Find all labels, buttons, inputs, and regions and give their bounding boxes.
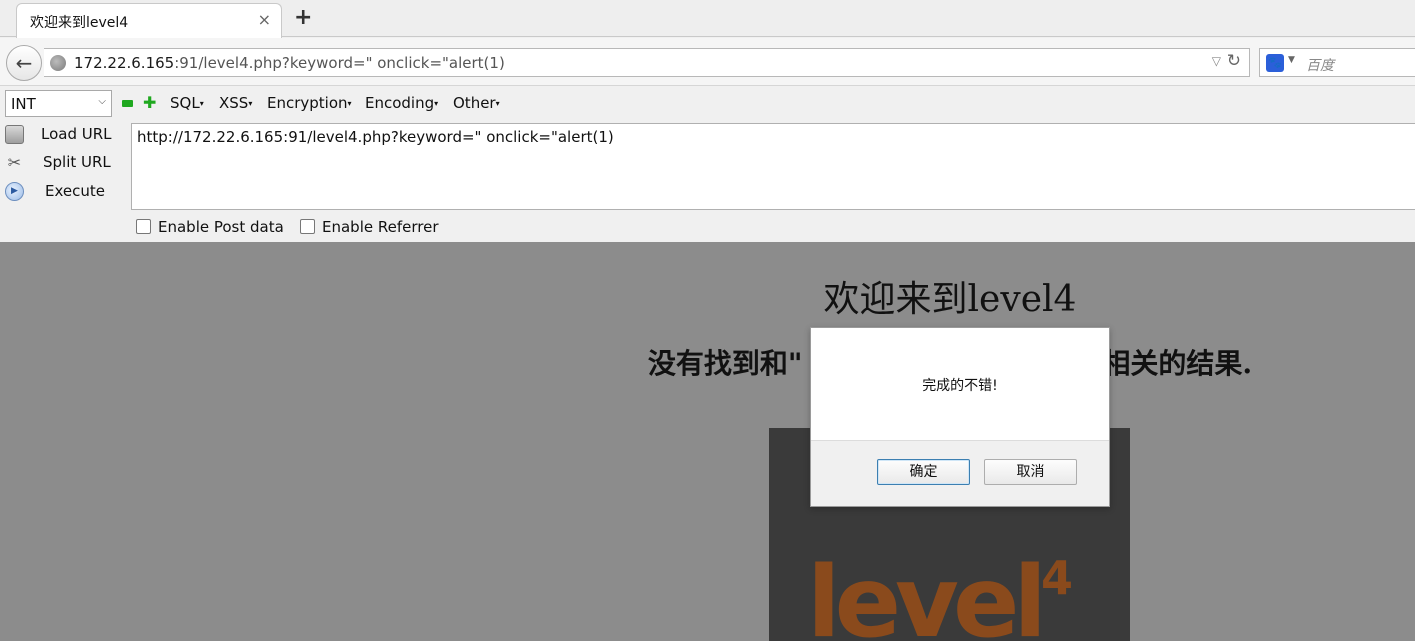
plus-icon[interactable]: ✚ bbox=[143, 95, 156, 111]
hackbar-type-select[interactable]: INT ⌵ bbox=[5, 90, 112, 117]
menu-encoding[interactable]: Encoding▾ bbox=[365, 94, 438, 112]
load-url-button[interactable]: Load URL bbox=[0, 121, 130, 149]
checkbox-box[interactable] bbox=[300, 219, 315, 234]
split-url-button[interactable]: ✂ Split URL bbox=[0, 149, 130, 177]
alert-dialog: 完成的不错! 确定 取消 bbox=[810, 327, 1110, 507]
checkbox-box[interactable] bbox=[136, 219, 151, 234]
url-path: :91/level4.php?keyword=" onclick="alert(… bbox=[174, 54, 505, 72]
scissors-icon: ✂ bbox=[7, 153, 22, 172]
new-tab-icon[interactable]: + bbox=[294, 5, 312, 30]
enable-referrer-checkbox[interactable]: Enable Referrer bbox=[300, 218, 438, 236]
execute-label: Execute bbox=[45, 182, 105, 200]
baidu-paw-icon[interactable]: 🐾 bbox=[1266, 54, 1284, 72]
cancel-button[interactable]: 取消 bbox=[984, 459, 1077, 485]
globe-icon bbox=[50, 55, 66, 71]
tab-strip: 欢迎来到level4 × + bbox=[0, 0, 1415, 38]
page-heading: 欢迎来到level4 bbox=[823, 279, 1077, 320]
execute-button[interactable]: ▶ Execute bbox=[0, 178, 130, 206]
chevron-down-icon: ⌵ bbox=[98, 96, 106, 107]
back-button[interactable]: ← bbox=[6, 45, 42, 81]
hackbar-url-textarea[interactable]: http://172.22.6.165:91/level4.php?keywor… bbox=[131, 123, 1415, 210]
play-icon: ▶ bbox=[5, 182, 24, 201]
hackbar: INT ⌵ ✚ SQL▾ XSS▾ Encryption▾ Encoding▾ … bbox=[0, 87, 1415, 242]
load-url-icon bbox=[5, 125, 24, 144]
browser-tab[interactable]: 欢迎来到level4 × bbox=[16, 3, 282, 38]
menu-encryption[interactable]: Encryption▾ bbox=[267, 94, 352, 112]
tab-title: 欢迎来到level4 bbox=[30, 15, 129, 31]
tab-close-icon[interactable]: × bbox=[258, 10, 271, 29]
dialog-message: 完成的不错! bbox=[922, 378, 998, 394]
nav-bar: ← 172.22.6.165:91/level4.php?keyword=" o… bbox=[0, 38, 1415, 86]
menu-other[interactable]: Other▾ bbox=[453, 94, 500, 112]
url-bar[interactable]: 172.22.6.165:91/level4.php?keyword=" onc… bbox=[44, 48, 1250, 77]
search-placeholder: 百度 bbox=[1306, 58, 1334, 74]
menu-xss[interactable]: XSS▾ bbox=[219, 94, 252, 112]
level4-logo: level4 bbox=[807, 546, 1074, 641]
url-history-dropdown-icon[interactable]: ▽ bbox=[1212, 54, 1221, 68]
ok-button[interactable]: 确定 bbox=[877, 459, 970, 485]
hackbar-select-value: INT bbox=[11, 95, 36, 113]
enable-post-data-checkbox[interactable]: Enable Post data bbox=[136, 218, 284, 236]
page-content: 欢迎来到level4 没有找到和" 相关的结果. level4 bbox=[0, 242, 1415, 641]
menu-sql[interactable]: SQL▾ bbox=[170, 94, 204, 112]
load-url-label: Load URL bbox=[41, 125, 112, 143]
search-result-text: 没有找到和" 相关的结果. bbox=[647, 347, 1253, 380]
back-arrow-icon: ← bbox=[15, 51, 33, 75]
url-host: 172.22.6.165 bbox=[74, 54, 175, 72]
search-box[interactable]: 🐾 ▼ 百度 bbox=[1259, 48, 1415, 77]
search-engine-dropdown-icon[interactable]: ▼ bbox=[1288, 55, 1295, 65]
split-url-label: Split URL bbox=[43, 153, 111, 171]
url-text[interactable]: 172.22.6.165:91/level4.php?keyword=" onc… bbox=[74, 54, 505, 72]
reload-icon[interactable]: ↻ bbox=[1227, 51, 1241, 71]
dialog-footer: 确定 取消 bbox=[811, 440, 1109, 506]
minus-icon[interactable] bbox=[122, 100, 133, 107]
